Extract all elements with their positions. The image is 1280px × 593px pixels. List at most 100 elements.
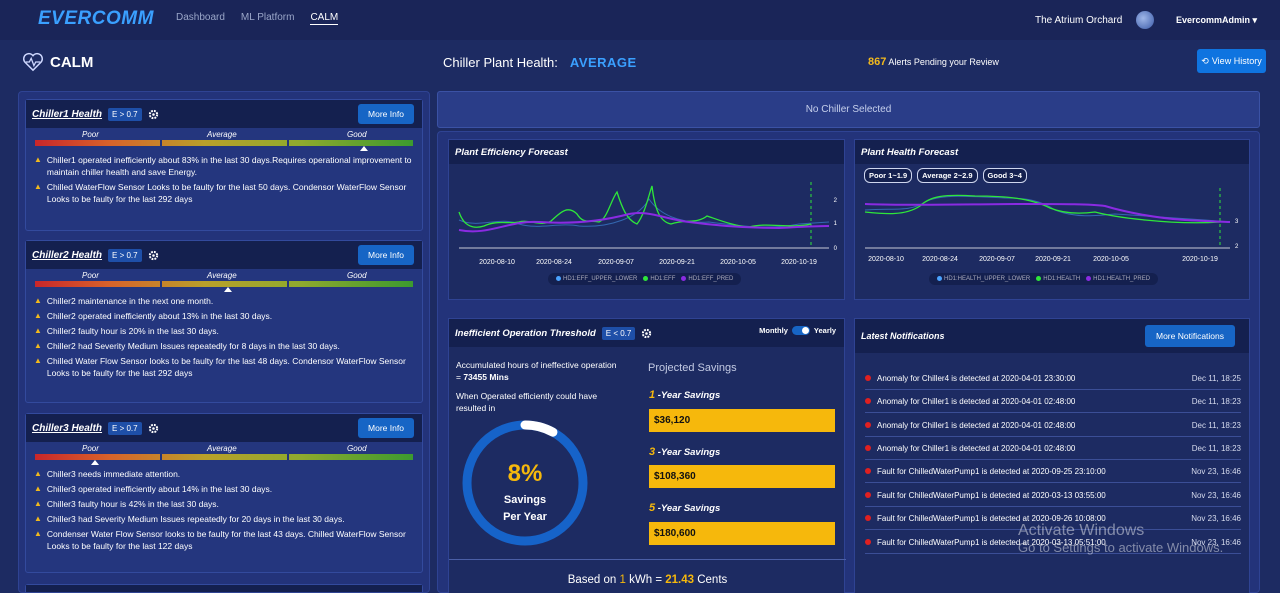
scale-good: Good <box>347 444 367 453</box>
x-tick-label: 2020-10-19 <box>1182 256 1218 263</box>
x-tick-label: 2020-10-05 <box>1093 256 1129 263</box>
projected-savings-title: Projected Savings <box>648 362 737 374</box>
savings-donut: 8% Savings Per Year <box>462 420 588 546</box>
nav-link-ml-platform[interactable]: ML Platform <box>241 12 295 25</box>
no-chiller-selected: No Chiller Selected <box>437 91 1260 128</box>
nav-link-calm[interactable]: CALM <box>310 12 339 25</box>
eff-series <box>458 185 812 228</box>
view-history-button[interactable]: ⟲ View History <box>1197 49 1266 73</box>
health-legend: HD1:HEALTH_UPPER_LOWER HD1:HEALTH HD1:HE… <box>929 273 1159 286</box>
history-icon: ⟲ <box>1201 55 1209 66</box>
scale-average: Average <box>207 130 237 139</box>
alerts-pending[interactable]: 867 Alerts Pending your Review <box>868 56 999 68</box>
scale-average: Average <box>207 444 237 453</box>
gear-icon[interactable] <box>641 328 652 339</box>
notification-row[interactable]: Fault for ChilledWaterPump1 is detected … <box>865 484 1241 507</box>
efficiency-badge: E > 0.7 <box>108 248 142 262</box>
alert-dot-icon <box>865 375 871 381</box>
based-on-text: Based on 1 kWh = 21.43 Cents <box>567 574 728 586</box>
evercomm-logo[interactable]: EVERCOMM <box>38 8 154 30</box>
notifications-title: Latest Notifications <box>861 331 945 341</box>
more-info-button[interactable]: More Info <box>358 418 414 438</box>
warning-icon: ▲ <box>34 499 42 508</box>
page-title: CALM <box>50 53 94 71</box>
alert-dot-icon <box>865 515 871 521</box>
notification-row[interactable]: Anomaly for Chiller1 is detected at 2020… <box>865 437 1241 460</box>
toggle-yearly[interactable]: Yearly <box>814 326 836 335</box>
site-name: The Atrium Orchard <box>1035 15 1123 26</box>
x-tick-label: 2020-08-10 <box>479 259 515 266</box>
period-toggle[interactable]: Monthly Yearly <box>759 326 836 335</box>
chiller-health-list[interactable]: Chiller1 Health E > 0.7 More Info Poor A… <box>18 91 430 593</box>
card-title[interactable]: Chiller3 Health <box>32 423 102 434</box>
more-info-button[interactable]: More Info <box>358 104 414 124</box>
legend-item[interactable]: HD1:HEALTH <box>1036 276 1080 282</box>
health-message: ▲ Chilled Water Flow Sensor looks to be f… <box>34 356 406 378</box>
scale-poor: Poor <box>82 271 99 280</box>
legend-item[interactable]: HD1:HEALTH_PRED <box>1086 276 1150 282</box>
y-tick-label: 1 <box>834 221 838 227</box>
health-message: ▲ Chiller2 operated inefficiently about 1… <box>34 311 273 321</box>
warning-icon: ▲ <box>34 341 42 350</box>
legend-item[interactable]: HD1:EFF <box>643 276 675 282</box>
notification-row[interactable]: Anomaly for Chiller1 is detected at 2020… <box>865 414 1241 437</box>
alerts-text: Alerts Pending your Review <box>888 57 999 67</box>
year-savings-value: $180,600 <box>649 522 835 545</box>
year-savings-label: 1 -Year Savings <box>649 389 721 401</box>
toggle-switch[interactable] <box>791 326 810 335</box>
card-title[interactable]: Chiller1 Health <box>32 109 102 120</box>
accum-value: 73455 Mins <box>463 372 509 382</box>
health-message: ▲ Chiller3 needs immediate attention. <box>34 469 181 479</box>
card-title[interactable]: Chiller2 Health <box>32 250 102 261</box>
x-tick-label: 2020-10-05 <box>720 259 756 266</box>
health-message: ▲ Chiller1 operated inefficiently about 8… <box>34 155 412 177</box>
alert-dot-icon <box>865 398 871 404</box>
legend-item[interactable]: HD1:EFF_UPPER_LOWER <box>556 276 637 282</box>
gear-icon[interactable] <box>148 250 159 261</box>
toggle-monthly[interactable]: Monthly <box>759 326 788 335</box>
y-tick-label: 2 <box>1235 244 1239 250</box>
health-message: ▲ Chiller2 maintenance in the next one mo… <box>34 296 214 306</box>
user-menu[interactable]: EvercommAdmin ▾ <box>1176 15 1257 26</box>
alert-dot-icon <box>865 445 871 451</box>
globe-icon[interactable] <box>1136 11 1154 29</box>
scale-poor: Poor <box>82 130 99 139</box>
health-message: ▲ Chiller2 had Severity Medium Issues rep… <box>34 341 340 351</box>
accum-label: Accumulated hours of ineffective operati… <box>456 360 617 370</box>
notification-row[interactable]: Fault for ChilledWaterPump1 is detected … <box>865 460 1241 483</box>
health-message: ▲ Chiller2 faulty hour is 20% in the last… <box>34 326 219 336</box>
health-forecast-title: Plant Health Forecast <box>855 140 1249 164</box>
warning-icon: ▲ <box>34 296 42 305</box>
gear-icon[interactable] <box>148 109 159 120</box>
scale-good: Good <box>347 271 367 280</box>
gear-icon[interactable] <box>148 423 159 434</box>
more-notifications-button[interactable]: More Notifications <box>1145 325 1235 347</box>
card-header: Chiller1 Health E > 0.7 More Info <box>26 100 422 128</box>
pill-poor: Poor 1~1.9 <box>864 168 913 183</box>
health-message: ▲ Chiller3 had Severity Medium Issues rep… <box>34 514 345 524</box>
health-marker <box>91 460 100 465</box>
view-history-label: View History <box>1211 56 1262 66</box>
card-header: Chiller2 Health E > 0.7 More Info <box>26 241 422 269</box>
chiller-card: Chiller3 Health E > 0.7 More Info Poor A… <box>25 413 423 573</box>
top-nav: EVERCOMM Dashboard ML Platform CALM The … <box>0 0 1280 40</box>
warning-icon: ▲ <box>34 514 42 523</box>
legend-item[interactable]: HD1:EFF_PRED <box>681 276 733 282</box>
alert-dot-icon <box>865 492 871 498</box>
notification-row[interactable]: Anomaly for Chiller1 is detected at 2020… <box>865 390 1241 413</box>
threshold-header: Inefficient Operation Threshold E < 0.7 … <box>449 319 844 347</box>
notification-row[interactable]: Anomaly for Chiller4 is detected at 2020… <box>865 367 1241 390</box>
warning-icon: ▲ <box>34 356 42 365</box>
health-range-pills: Poor 1~1.9 Average 2~2.9 Good 3~4 <box>864 168 1027 183</box>
savings-line1: Savings <box>504 494 546 506</box>
plant-health: Chiller Plant Health: AVERAGE <box>443 55 637 70</box>
nav-links: Dashboard ML Platform CALM <box>176 12 339 25</box>
more-info-button[interactable]: More Info <box>358 245 414 265</box>
legend-item[interactable]: HD1:HEALTH_UPPER_LOWER <box>937 276 1030 282</box>
nav-link-dashboard[interactable]: Dashboard <box>176 12 225 25</box>
pill-good: Good 3~4 <box>982 168 1027 183</box>
page-title-block: CALM <box>22 52 93 72</box>
health-bar <box>35 281 413 292</box>
health-message: ▲ Chilled WaterFlow Sensor Looks to be fa… <box>34 182 407 204</box>
warning-icon: ▲ <box>34 311 42 320</box>
